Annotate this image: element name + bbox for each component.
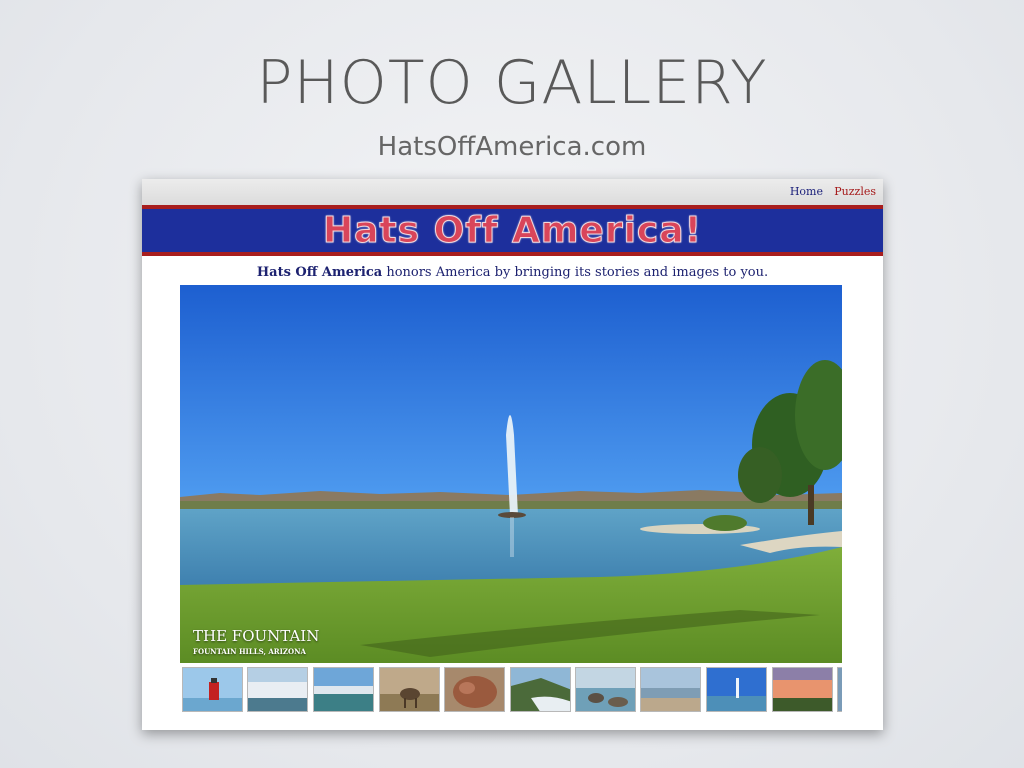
thumbnail-sunset[interactable] <box>772 667 833 712</box>
thumbnail-rocky-shore[interactable] <box>575 667 636 712</box>
thumbnail-coast-waves[interactable] <box>510 667 571 712</box>
thumbnail-red-lighthouse[interactable] <box>182 667 243 712</box>
slide-title: PHOTO GALLERY <box>256 48 768 118</box>
banner-title: Hats Off America! <box>323 210 702 252</box>
tagline-text: honors America by bringing its stories a… <box>382 265 769 280</box>
nav-puzzles-link[interactable]: Puzzles <box>834 185 876 198</box>
photo-location: FOUNTAIN HILLS, ARIZONA <box>193 647 306 656</box>
nav-home-link[interactable]: Home <box>790 185 823 198</box>
browser-screenshot: Home Puzzles Hats Off America! Hats Off … <box>142 179 883 730</box>
slide-subtitle: HatsOffAmerica.com <box>377 132 647 162</box>
tagline: Hats Off America honors America by bring… <box>142 265 883 280</box>
photo-title: THE FOUNTAIN <box>193 627 320 645</box>
thumbnail-falls-river[interactable] <box>313 667 374 712</box>
thumbnail-partial[interactable] <box>837 667 842 712</box>
thumbnail-waterfall[interactable] <box>247 667 308 712</box>
thumbnail-elk[interactable] <box>379 667 440 712</box>
tagline-brand: Hats Off America <box>256 265 383 280</box>
featured-photo[interactable] <box>180 285 842 663</box>
thumbnail-red-rocks[interactable] <box>444 667 505 712</box>
site-banner: Hats Off America! <box>142 205 883 256</box>
thumbnail-fountain-lake[interactable] <box>706 667 767 712</box>
thumbnail-strip <box>182 667 842 715</box>
thumbnail-beach[interactable] <box>640 667 701 712</box>
top-nav-bar: Home Puzzles <box>142 179 883 205</box>
